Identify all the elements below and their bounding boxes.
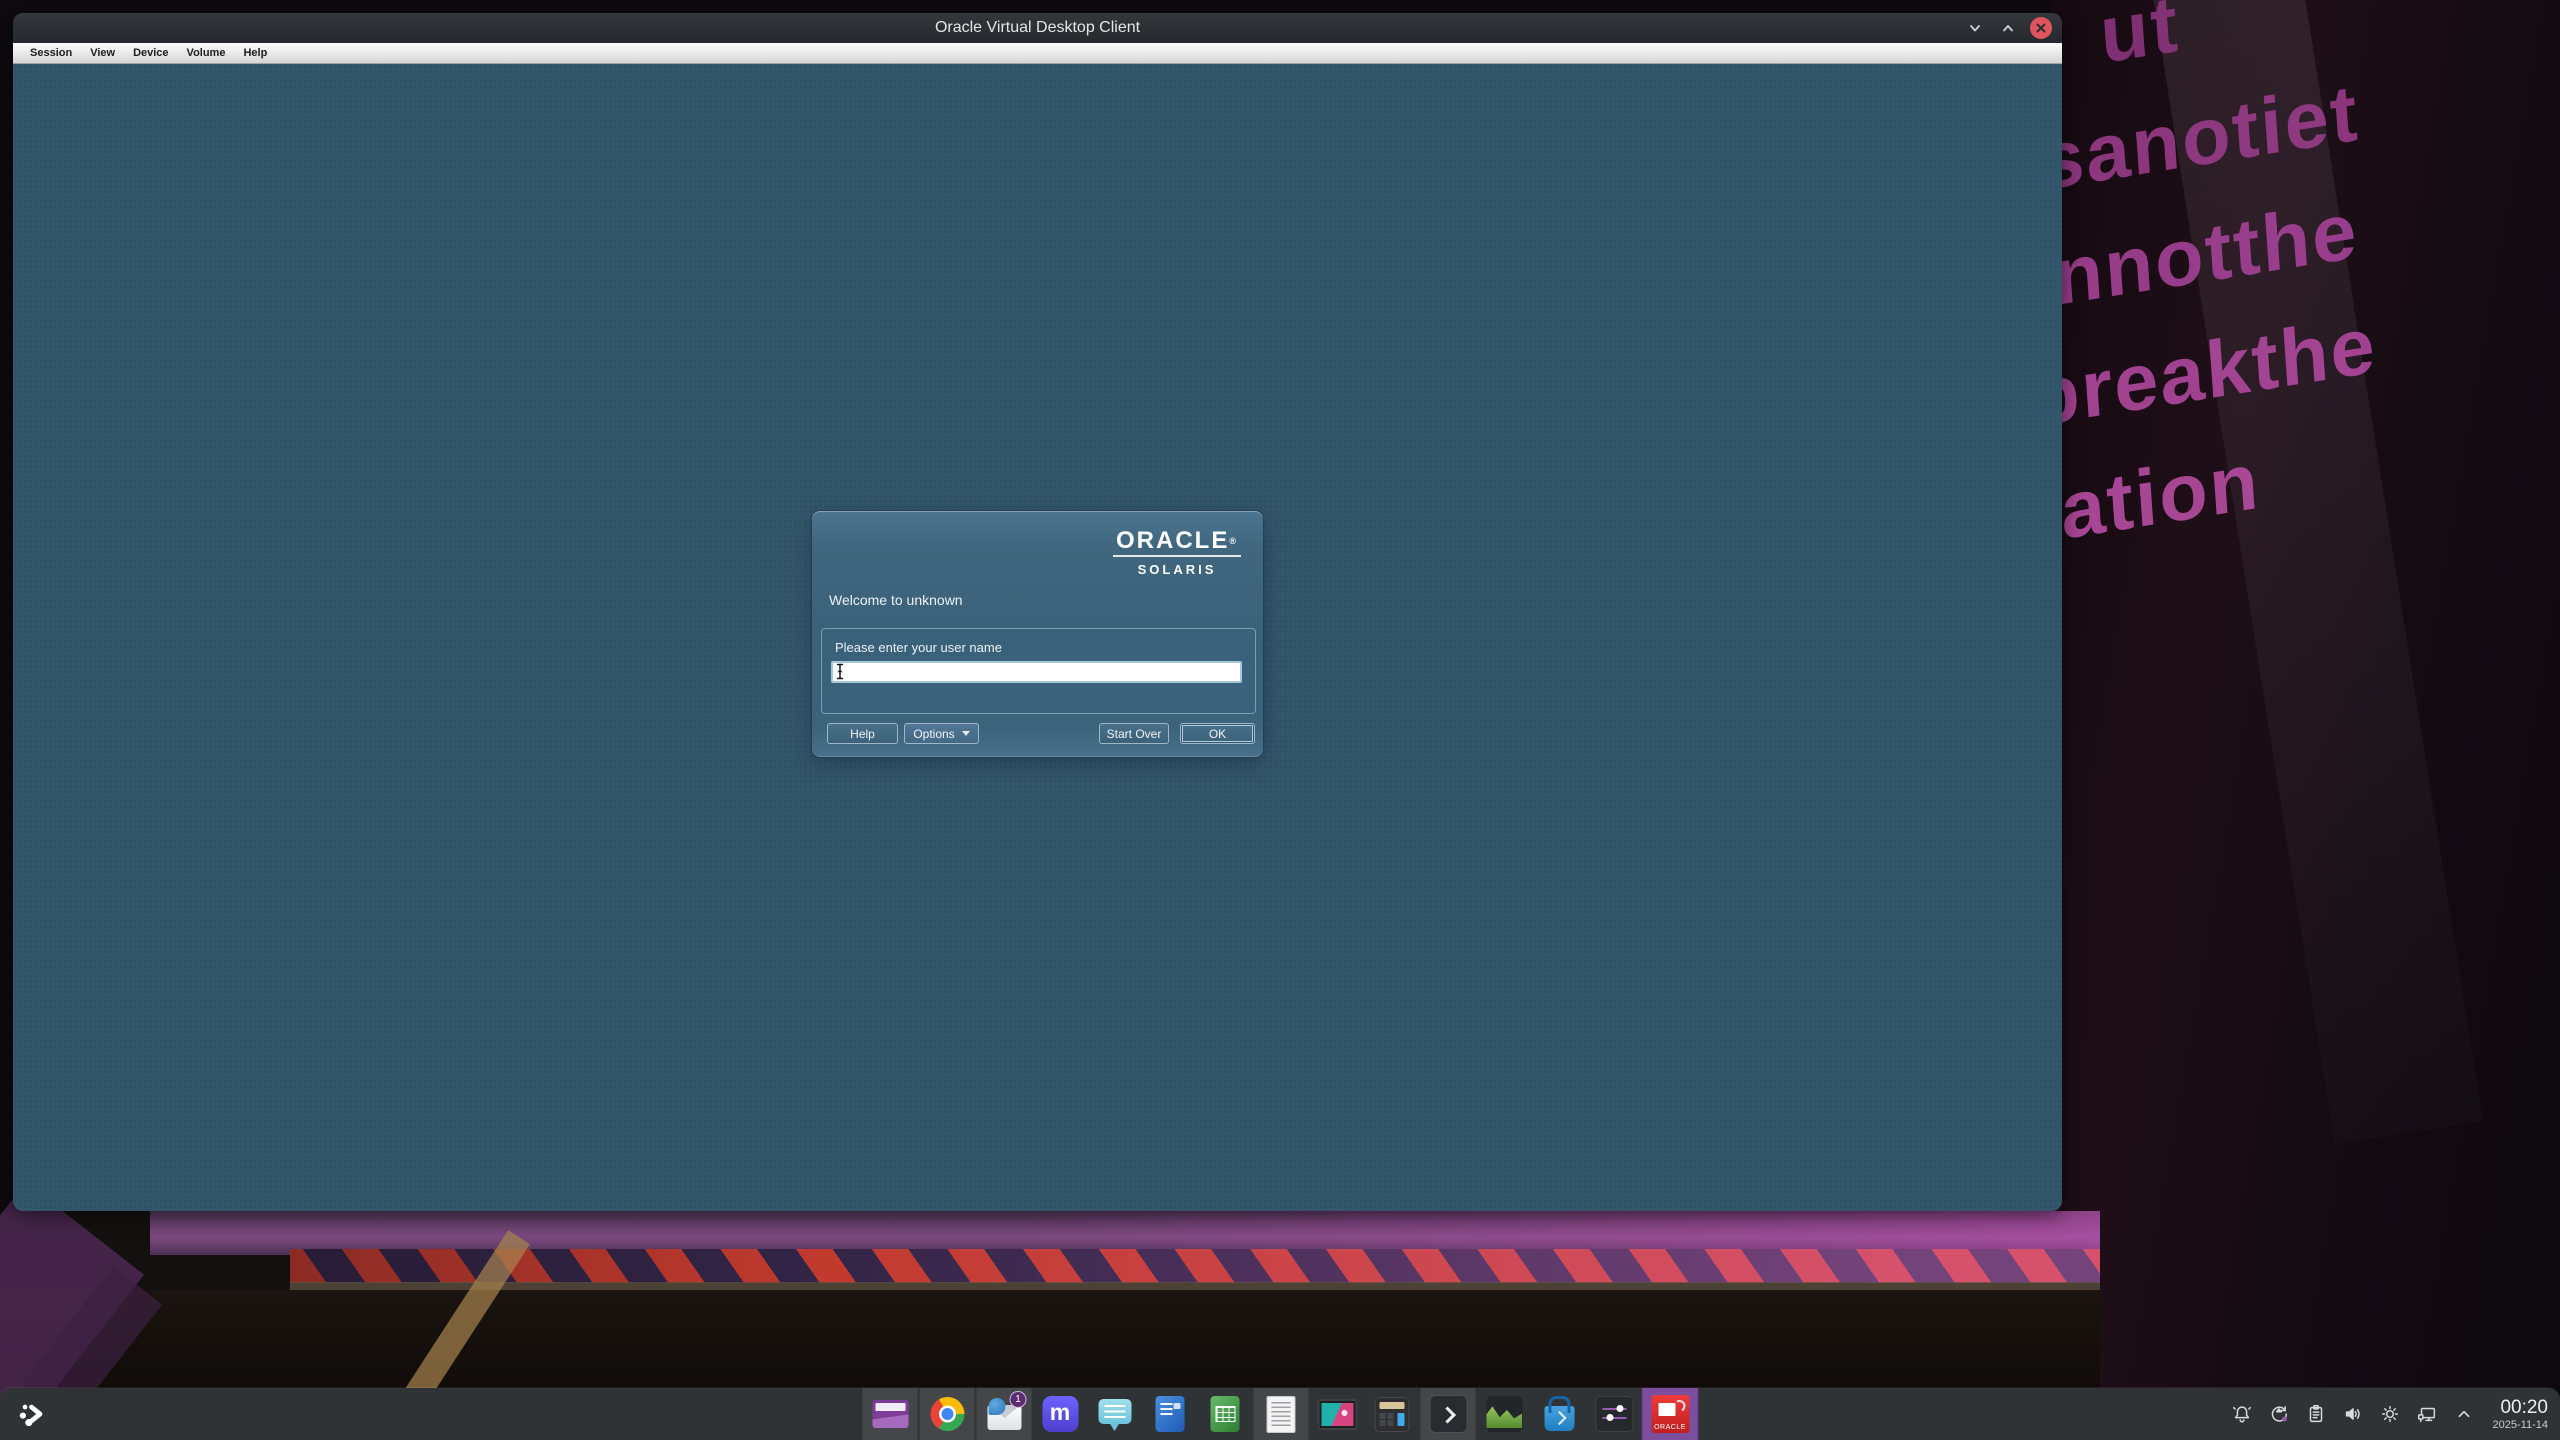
menu-volume[interactable]: Volume bbox=[178, 43, 235, 63]
mail-icon bbox=[987, 1405, 1021, 1430]
taskbar-app-calculator[interactable] bbox=[1365, 1388, 1420, 1440]
window-title: Oracle Virtual Desktop Client bbox=[13, 13, 2062, 43]
taskbar-app-mastodon[interactable]: m bbox=[1033, 1388, 1088, 1440]
help-button[interactable]: Help bbox=[827, 723, 898, 744]
username-input[interactable] bbox=[831, 661, 1242, 683]
unread-count-badge: 1 bbox=[1010, 1391, 1027, 1408]
spreadsheet-icon bbox=[1211, 1396, 1240, 1432]
minimize-icon[interactable] bbox=[1964, 17, 1986, 39]
taskbar-app-spreadsheet[interactable] bbox=[1198, 1388, 1253, 1440]
taskbar-app-file-manager[interactable] bbox=[862, 1388, 919, 1440]
oracle-vdc-icon: ORACLE bbox=[1651, 1395, 1689, 1433]
chat-bubble-icon bbox=[1099, 1399, 1132, 1424]
taskbar-app-oracle-vdc[interactable]: ORACLE bbox=[1642, 1388, 1699, 1440]
volume-icon[interactable] bbox=[2341, 1402, 2365, 1426]
chevron-up-icon[interactable] bbox=[2452, 1402, 2476, 1426]
calculator-icon bbox=[1375, 1397, 1410, 1432]
start-over-button[interactable]: Start Over bbox=[1099, 723, 1169, 744]
menu-device[interactable]: Device bbox=[124, 43, 177, 63]
clock-date: 2025-11-14 bbox=[2493, 1420, 2548, 1431]
registered-mark: ® bbox=[1229, 536, 1238, 546]
oracle-vdc-window: Oracle Virtual Desktop Client Session Vi… bbox=[13, 13, 2062, 1211]
taskbar-app-settings[interactable] bbox=[1587, 1388, 1642, 1440]
options-button[interactable]: Options bbox=[904, 723, 979, 744]
desktop: ut esanotiet cannotthe mbreakthe orratio… bbox=[0, 0, 2560, 1440]
media-display-icon bbox=[1317, 1399, 1357, 1430]
taskbar-app-writer[interactable] bbox=[1143, 1388, 1198, 1440]
notifications-icon[interactable] bbox=[2230, 1402, 2254, 1426]
taskbar-app-system-monitor[interactable] bbox=[1477, 1388, 1532, 1440]
ok-button[interactable]: OK bbox=[1180, 723, 1255, 744]
maximize-icon[interactable] bbox=[1997, 17, 2019, 39]
app-launcher-button[interactable] bbox=[10, 1395, 54, 1433]
display-connect-icon[interactable] bbox=[2415, 1402, 2439, 1426]
taskbar-app-terminal[interactable] bbox=[1420, 1388, 1477, 1440]
close-icon[interactable] bbox=[2030, 17, 2052, 39]
software-updates-icon[interactable] bbox=[2267, 1402, 2291, 1426]
taskbar-app-store[interactable] bbox=[1532, 1388, 1587, 1440]
clock[interactable]: 00:20 2025-11-14 bbox=[2493, 1398, 2548, 1431]
logo-divider bbox=[1113, 555, 1241, 557]
taskbar-app-mail[interactable]: 1 bbox=[976, 1388, 1033, 1440]
welcome-text: Welcome to unknown bbox=[829, 592, 963, 608]
taskbar-apps: 1 m ORACLE bbox=[862, 1388, 1699, 1440]
graffiti-text-block: ut esanotiet cannotthe mbreakthe orratio… bbox=[2050, 0, 2396, 698]
writer-document-icon bbox=[1156, 1396, 1185, 1432]
username-group: Please enter your user name bbox=[821, 628, 1256, 714]
titlebar[interactable]: Oracle Virtual Desktop Client bbox=[13, 13, 2062, 43]
app-launcher-icon bbox=[17, 1399, 47, 1429]
hazard-stripes bbox=[290, 1249, 2100, 1283]
menu-view[interactable]: View bbox=[81, 43, 124, 63]
text-document-icon bbox=[1267, 1396, 1296, 1433]
settings-sliders-icon bbox=[1595, 1396, 1633, 1432]
dropdown-arrow-icon bbox=[962, 731, 970, 736]
system-monitor-icon bbox=[1486, 1396, 1522, 1432]
window-controls bbox=[1964, 13, 2052, 43]
menu-help[interactable]: Help bbox=[234, 43, 276, 63]
taskbar-app-chat[interactable] bbox=[1088, 1388, 1143, 1440]
menu-session[interactable]: Session bbox=[21, 43, 81, 63]
taskbar: 1 m ORACLE bbox=[0, 1388, 2560, 1440]
username-label: Please enter your user name bbox=[835, 640, 1002, 655]
brightness-icon[interactable] bbox=[2378, 1402, 2402, 1426]
username-field-wrap bbox=[831, 661, 1242, 683]
solaris-session-desktop: ORACLE® SOLARIS Welcome to unknown Pleas… bbox=[13, 64, 2062, 1211]
folder-icon bbox=[872, 1400, 908, 1428]
menubar: Session View Device Volume Help bbox=[13, 43, 2062, 64]
oracle-vdc-icon-label: ORACLE bbox=[1651, 1424, 1689, 1431]
app-store-bag-icon bbox=[1544, 1406, 1574, 1431]
solaris-wordmark: SOLARIS bbox=[1113, 562, 1241, 577]
terminal-icon bbox=[1429, 1395, 1467, 1433]
system-tray: 00:20 2025-11-14 bbox=[2230, 1388, 2548, 1440]
text-cursor-icon bbox=[835, 663, 845, 680]
taskbar-app-media[interactable] bbox=[1310, 1388, 1365, 1440]
login-dialog: ORACLE® SOLARIS Welcome to unknown Pleas… bbox=[812, 511, 1263, 757]
wallpaper-graffiti: ut esanotiet cannotthe mbreakthe orratio… bbox=[2050, 0, 2560, 1440]
chrome-icon bbox=[930, 1397, 964, 1431]
oracle-wordmark: ORACLE® bbox=[1113, 530, 1241, 552]
calculator-keys bbox=[1380, 1413, 1395, 1426]
taskbar-app-chrome[interactable] bbox=[919, 1388, 976, 1440]
mastodon-icon: m bbox=[1042, 1396, 1078, 1432]
clock-time: 00:20 bbox=[2493, 1398, 2548, 1417]
oracle-solaris-logo: ORACLE® SOLARIS bbox=[1113, 530, 1241, 577]
taskbar-app-text-editor[interactable] bbox=[1253, 1388, 1310, 1440]
clipboard-icon[interactable] bbox=[2304, 1402, 2328, 1426]
